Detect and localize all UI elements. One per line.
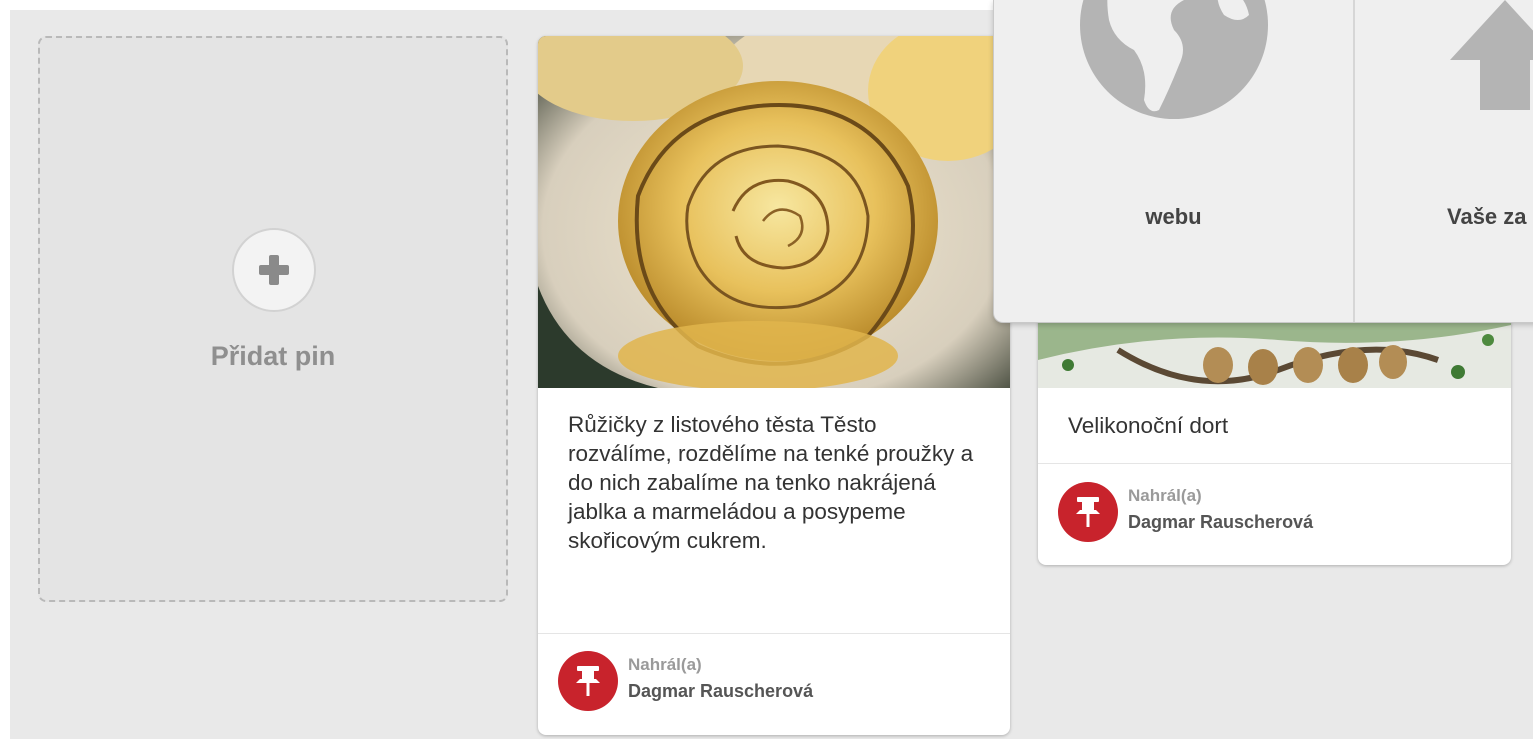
pushpin-icon bbox=[1076, 497, 1100, 527]
author-name[interactable]: Dagmar Rauscherová bbox=[628, 681, 813, 702]
uploaded-by-label: Nahrál(a) bbox=[628, 655, 702, 674]
pin-description: Velikonoční dort bbox=[1068, 413, 1229, 438]
pin-credit[interactable]: Nahrál(a) Dagmar Rauscherová bbox=[558, 651, 958, 711]
uploaded-by-label: Nahrál(a) bbox=[1128, 486, 1202, 505]
pushpin-icon bbox=[576, 666, 600, 696]
upload-arrow-icon bbox=[1450, 0, 1533, 110]
globe-icon bbox=[1080, 0, 1268, 119]
pin-card[interactable]: Růžičky z listového těsta Těsto rozválím… bbox=[538, 36, 1010, 735]
plus-icon bbox=[259, 255, 289, 285]
pin-description: Růžičky z listového těsta Těsto rozválím… bbox=[568, 412, 974, 553]
author-name[interactable]: Dagmar Rauscherová bbox=[1128, 512, 1313, 533]
add-pin-button[interactable] bbox=[232, 228, 316, 312]
add-pin-source-popup: webu Vaše za bbox=[993, 0, 1533, 323]
upload-option[interactable]: Vaše za bbox=[1353, 0, 1533, 322]
from-web-option[interactable]: webu bbox=[994, 0, 1353, 322]
pin-card[interactable]: Velikonoční dort Nahrál(a) Dagmar Rausch… bbox=[1038, 310, 1511, 565]
from-web-label: webu bbox=[1145, 204, 1202, 229]
add-pin-tile[interactable]: Přidat pin bbox=[38, 36, 508, 602]
upload-label: Vaše za bbox=[1447, 204, 1527, 229]
pin-image[interactable] bbox=[538, 36, 1010, 388]
divider bbox=[538, 633, 1010, 634]
pushpin-avatar bbox=[558, 651, 618, 711]
pin-credit[interactable]: Nahrál(a) Dagmar Rauscherová bbox=[1058, 482, 1458, 542]
pushpin-avatar bbox=[1058, 482, 1118, 542]
divider bbox=[1038, 463, 1511, 464]
add-pin-label: Přidat pin bbox=[210, 341, 336, 371]
